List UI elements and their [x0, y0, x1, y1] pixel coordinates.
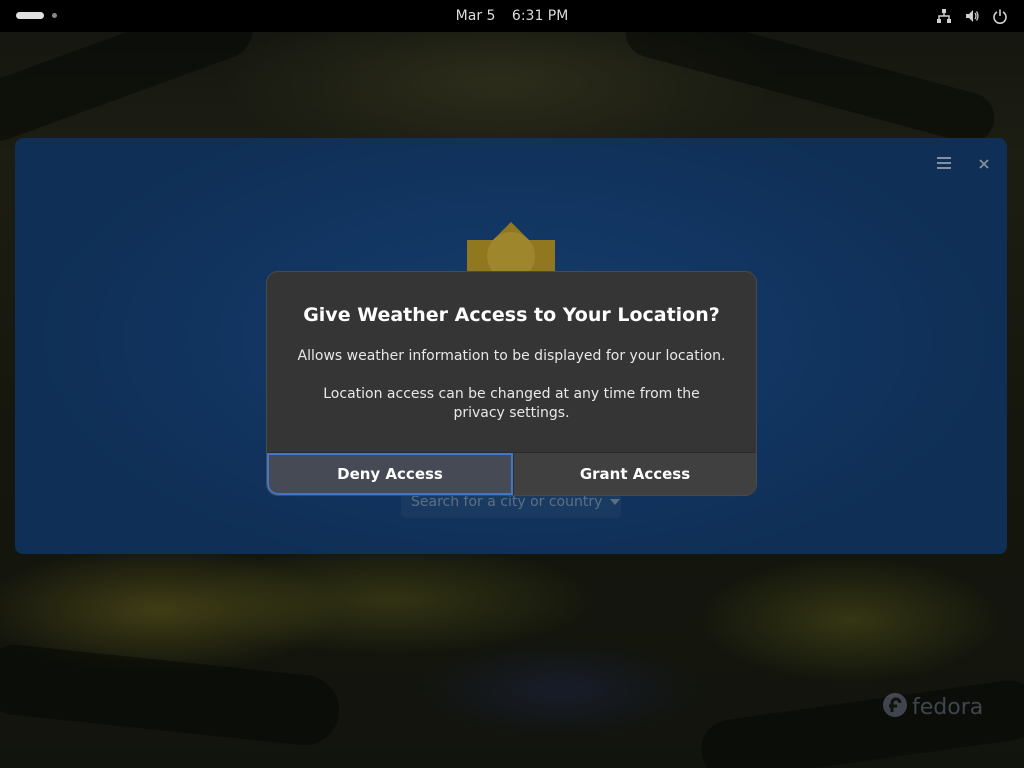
grant-access-button[interactable]: Grant Access: [513, 453, 756, 495]
fedora-logo-icon: [882, 692, 908, 722]
network-icon: [936, 8, 952, 24]
dialog-actions: Deny Access Grant Access: [267, 452, 756, 495]
fedora-logo: fedora: [882, 692, 983, 722]
clock[interactable]: Mar 5 6:31 PM: [0, 0, 1024, 32]
volume-icon: [964, 8, 980, 24]
clock-time: 6:31 PM: [511, 8, 569, 24]
fedora-logo-text: fedora: [912, 694, 984, 720]
power-icon: [992, 8, 1008, 24]
deny-access-button[interactable]: Deny Access: [267, 453, 513, 495]
system-tray[interactable]: [936, 0, 1008, 32]
location-permission-dialog: Give Weather Access to Your Location? Al…: [266, 271, 757, 496]
dialog-title: Give Weather Access to Your Location?: [303, 304, 720, 326]
clock-date: Mar 5: [455, 8, 496, 24]
dialog-body-text: Allows weather information to be display…: [297, 348, 726, 364]
top-bar: Mar 5 6:31 PM: [0, 0, 1024, 32]
dialog-body-text-secondary: Location access can be changed at any ti…: [323, 386, 700, 421]
